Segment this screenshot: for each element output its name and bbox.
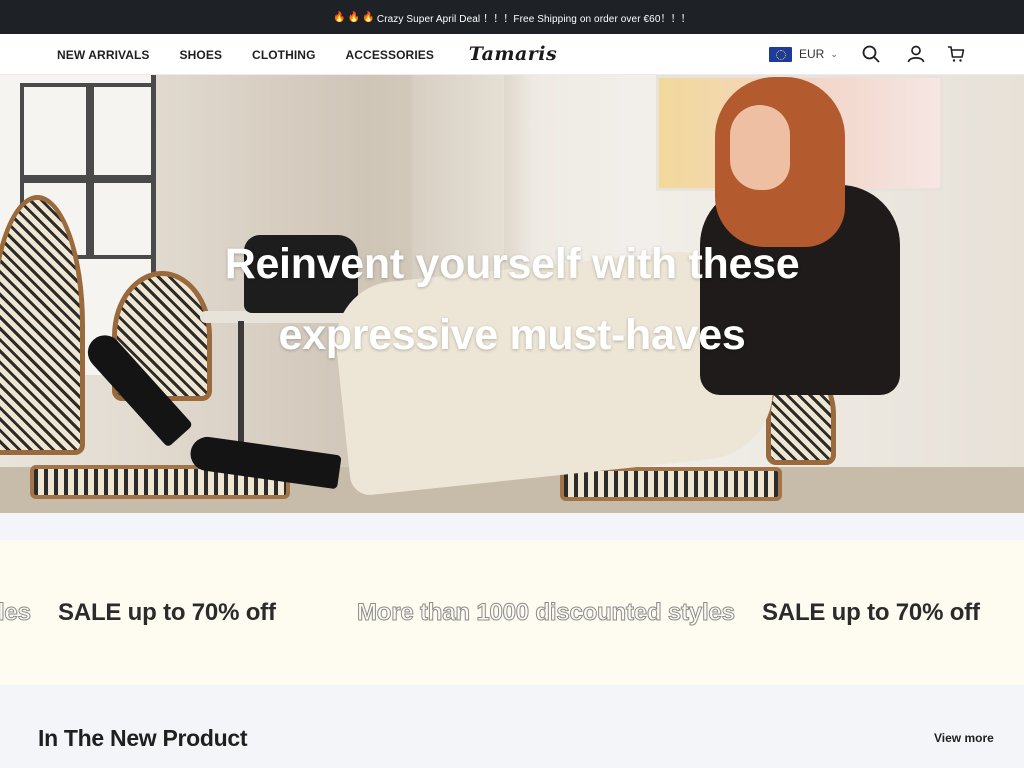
new-product-section: In The New Product View more: [0, 685, 1024, 768]
site-header: NEW ARRIVALS SHOES CLOTHING ACCESSORIES …: [0, 34, 1024, 75]
main-nav: NEW ARRIVALS SHOES CLOTHING ACCESSORIES: [57, 34, 464, 75]
hero-model-decor: [730, 105, 790, 190]
hero-headline-line-1: Reinvent yourself with these: [224, 240, 800, 288]
marquee-item: More than 1000 discounted styles: [357, 599, 736, 627]
chevron-down-icon: ⌄: [830, 48, 838, 59]
announcement-bar: 🔥 🔥 🔥 Crazy Super April Deal ！！！Free Shi…: [0, 0, 1024, 34]
hero-banner[interactable]: Reinvent yourself with these expressive …: [0, 75, 1024, 513]
currency-label: EUR: [799, 47, 825, 61]
marquee-item: SALE up to 70% off: [58, 599, 276, 626]
brand-logo[interactable]: Tamaris: [460, 43, 566, 65]
search-icon[interactable]: [861, 44, 881, 64]
section-title: In The New Product: [38, 725, 248, 751]
nav-item-clothing[interactable]: CLOTHING: [252, 48, 315, 62]
brand-logo-text: Tamaris: [468, 43, 558, 65]
fire-icon: 🔥: [362, 11, 375, 23]
hero-headline: Reinvent yourself with these expressive …: [212, 229, 812, 371]
section-spacer: [0, 513, 1024, 540]
nav-item-new-arrivals[interactable]: NEW ARRIVALS: [57, 48, 150, 62]
hero-headline-line-2: expressive must-haves: [278, 311, 746, 359]
nav-item-accessories[interactable]: ACCESSORIES: [346, 48, 434, 62]
account-icon[interactable]: [906, 44, 926, 64]
eu-flag-icon: [769, 46, 792, 62]
hero-seat-decor: [560, 467, 782, 501]
promo-marquee: More than 1000 discounted styles SALE up…: [0, 540, 1024, 685]
fire-icon: 🔥: [333, 11, 346, 23]
view-more-link[interactable]: View more: [934, 731, 994, 745]
marquee-item: More than 1000 discounted styles: [0, 599, 31, 627]
currency-selector[interactable]: EUR ⌄: [769, 46, 838, 62]
nav-item-shoes[interactable]: SHOES: [180, 48, 223, 62]
cart-icon[interactable]: [946, 44, 966, 64]
marquee-item: SALE up to 70% off: [762, 599, 980, 626]
announcement-text: Crazy Super April Deal ！！！Free Shipping …: [376, 13, 691, 25]
fire-icon: 🔥: [347, 11, 361, 23]
